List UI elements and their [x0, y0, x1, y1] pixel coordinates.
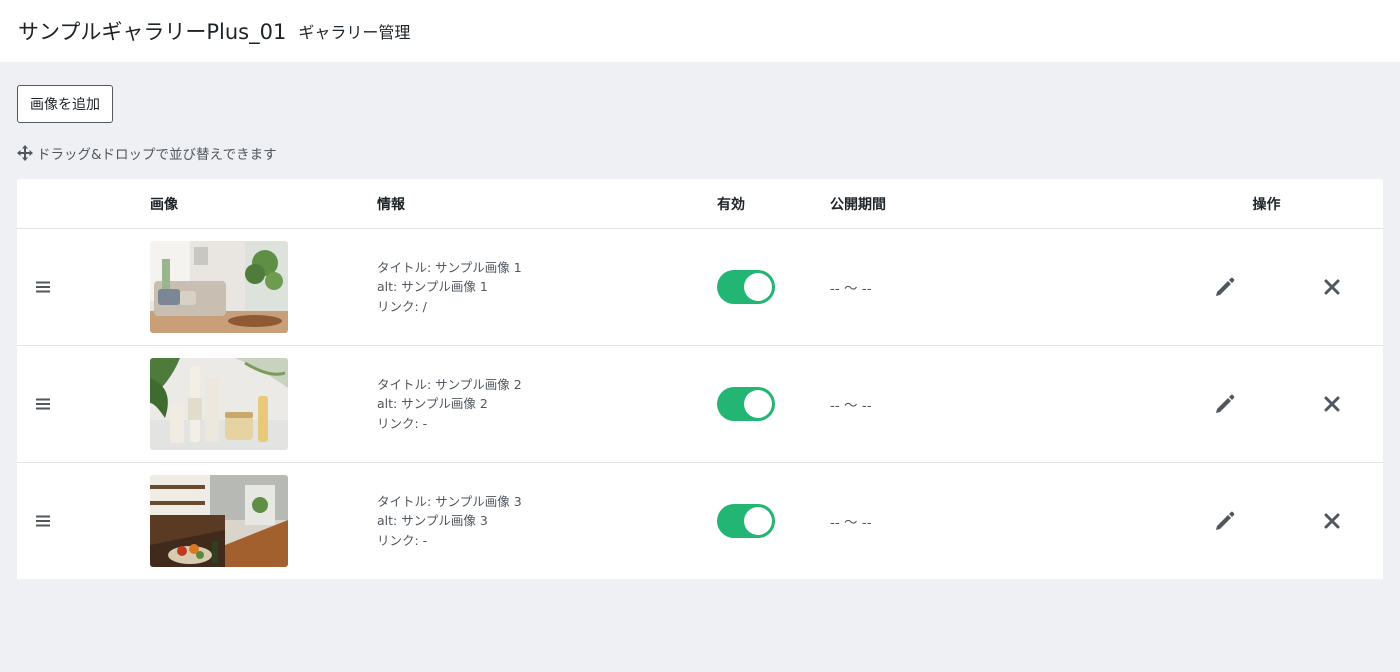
- header-info: 情報: [377, 196, 405, 213]
- table-row: タイトル: サンプル画像 1 alt: サンプル画像 1 リンク: / -- 〜…: [17, 229, 1383, 346]
- row-alt: alt: サンプル画像 2: [377, 396, 488, 412]
- table-row: タイトル: サンプル画像 3 alt: サンプル画像 3 リンク: - -- 〜…: [17, 463, 1383, 579]
- active-toggle[interactable]: [717, 504, 775, 538]
- drag-handle-icon[interactable]: [35, 397, 51, 411]
- publish-period: -- 〜 --: [830, 398, 872, 414]
- gallery-table: 画像 情報 有効 公開期間 操作 タイトル: サンプル画像 1 alt: サンプ…: [17, 179, 1383, 579]
- publish-period: -- 〜 --: [830, 515, 872, 531]
- app-title: サンプルギャラリーPlus_01: [18, 20, 287, 44]
- row-link: リンク: /: [377, 298, 427, 314]
- pencil-icon[interactable]: [1214, 510, 1236, 532]
- table-row: タイトル: サンプル画像 2 alt: サンプル画像 2 リンク: - -- 〜…: [17, 346, 1383, 463]
- row-title: タイトル: サンプル画像 2: [377, 376, 522, 392]
- move-icon: [17, 145, 33, 161]
- header-image: 画像: [150, 196, 178, 213]
- page-title: ギャラリー管理: [298, 23, 411, 42]
- thumbnail-image: [150, 358, 288, 450]
- row-title: タイトル: サンプル画像 1: [377, 259, 522, 275]
- row-alt: alt: サンプル画像 3: [377, 513, 488, 529]
- active-toggle[interactable]: [717, 270, 775, 304]
- drag-handle-icon[interactable]: [35, 280, 51, 294]
- row-link: リンク: -: [377, 415, 428, 431]
- active-toggle[interactable]: [717, 387, 775, 421]
- main-content: 画像を追加 ドラッグ&ドロップで並び替えできます 画像 情報 有効 公開期間 操…: [0, 62, 1400, 579]
- close-icon[interactable]: [1324, 279, 1340, 295]
- drag-hint-text: ドラッグ&ドロップで並び替えできます: [37, 147, 277, 163]
- row-alt: alt: サンプル画像 1: [377, 279, 488, 295]
- publish-period: -- 〜 --: [830, 281, 872, 297]
- drag-handle-icon[interactable]: [35, 514, 51, 528]
- table-header: 画像 情報 有効 公開期間 操作: [17, 179, 1383, 229]
- header-ops: 操作: [1252, 196, 1281, 213]
- header-period: 公開期間: [830, 196, 886, 213]
- row-link: リンク: -: [377, 532, 428, 548]
- thumbnail-image: [150, 241, 288, 333]
- thumbnail-image: [150, 475, 288, 567]
- row-title: タイトル: サンプル画像 3: [377, 493, 522, 509]
- top-bar: サンプルギャラリーPlus_01 ギャラリー管理: [0, 0, 1400, 62]
- header-active: 有効: [717, 196, 745, 213]
- pencil-icon[interactable]: [1214, 276, 1236, 298]
- add-image-button[interactable]: 画像を追加: [17, 85, 113, 123]
- drag-hint: ドラッグ&ドロップで並び替えできます: [17, 143, 1383, 163]
- close-icon[interactable]: [1324, 513, 1340, 529]
- close-icon[interactable]: [1324, 396, 1340, 412]
- pencil-icon[interactable]: [1214, 393, 1236, 415]
